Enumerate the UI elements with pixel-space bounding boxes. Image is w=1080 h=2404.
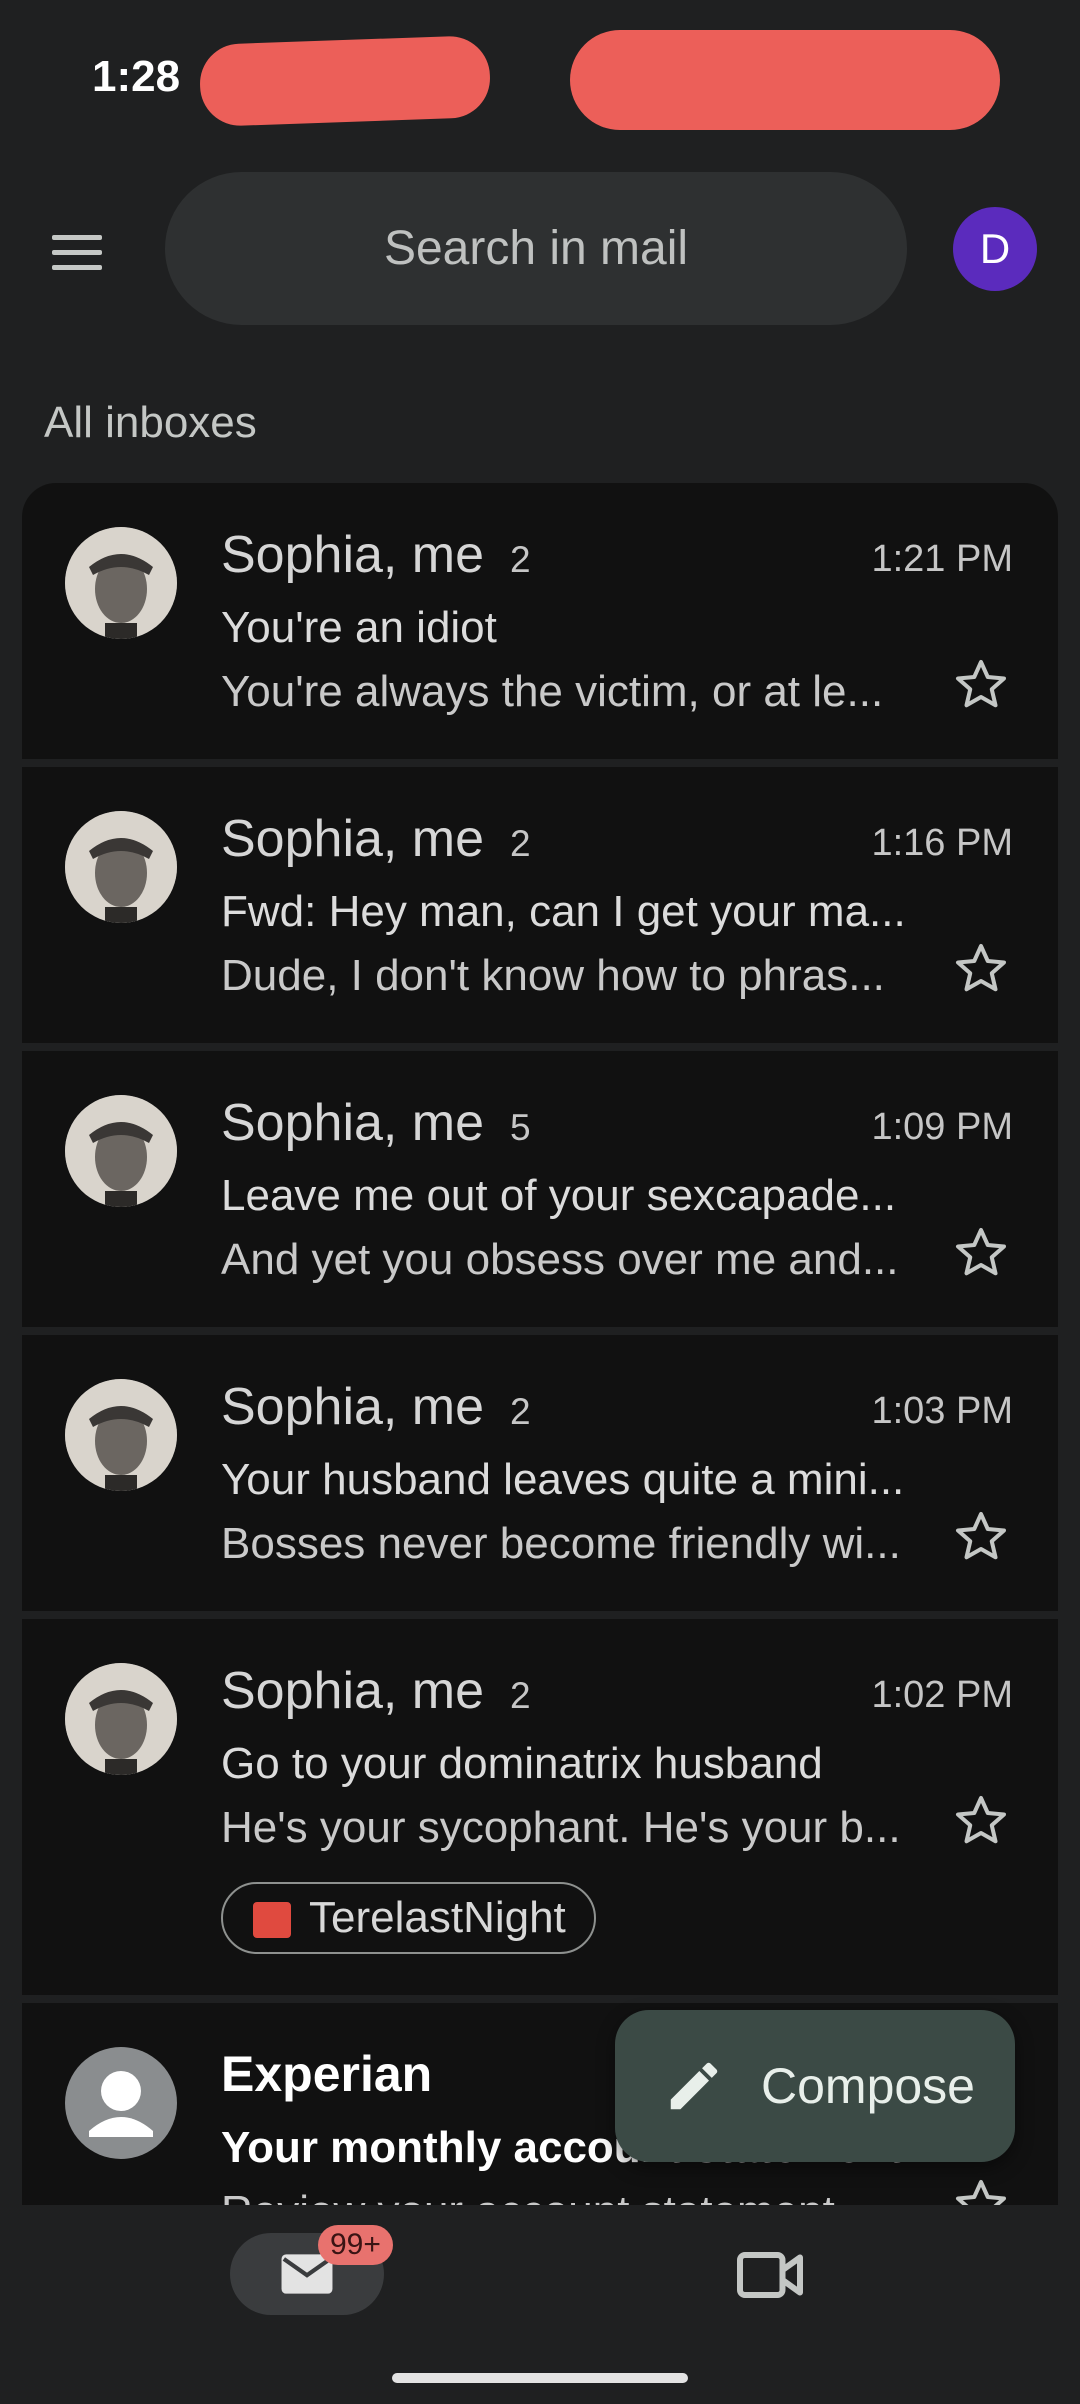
email-subject: Fwd: Hey man, can I get your ma...: [221, 887, 906, 936]
unread-badge: 99+: [318, 2225, 393, 2265]
thread-count: 2: [510, 823, 531, 864]
menu-icon[interactable]: [40, 215, 114, 289]
pencil-icon: [670, 2062, 718, 2110]
email-subject: Leave me out of your sexcapade...: [221, 1171, 897, 1220]
sender-name: Sophia, me 2: [221, 810, 531, 868]
redaction-mark: [198, 34, 492, 128]
sender-name: Sophia, me 2: [221, 1662, 531, 1720]
email-subject: Go to your dominatrix husband: [221, 1739, 823, 1788]
star-icon[interactable]: [951, 1223, 1011, 1283]
video-icon[interactable]: [735, 2245, 805, 2305]
email-time: 1:09 PM: [871, 1106, 1013, 1148]
section-title: All inboxes: [44, 398, 257, 447]
thread-count: 2: [510, 1391, 531, 1432]
status-time: 1:28: [92, 52, 181, 101]
sender-name: Experian: [221, 2046, 433, 2102]
email-snippet: He's your sycophant. He's your b...: [221, 1803, 901, 1852]
sender-avatar: [65, 1095, 177, 1207]
email-subject: Your husband leaves quite a mini...: [221, 1455, 905, 1504]
redaction-mark: [570, 30, 1000, 130]
attachment-chip[interactable]: TerelastNight: [221, 1882, 596, 1954]
sender-name: Sophia, me 2: [221, 1378, 531, 1436]
sender-avatar: [65, 527, 177, 639]
compose-button[interactable]: Compose: [615, 2010, 1015, 2162]
email-time: 1:21 PM: [871, 538, 1013, 580]
star-icon[interactable]: [951, 939, 1011, 999]
email-time: 1:16 PM: [871, 822, 1013, 864]
thread-count: 5: [510, 1107, 531, 1148]
compose-label: Compose: [761, 2058, 975, 2114]
email-snippet: Bosses never become friendly wi...: [221, 1519, 901, 1568]
star-icon[interactable]: [951, 655, 1011, 715]
email-snippet: You're always the victim, or at le...: [221, 667, 884, 716]
email-time: 1:02 PM: [871, 1674, 1013, 1716]
thread-count: 2: [510, 1675, 531, 1716]
email-time: 1:03 PM: [871, 1390, 1013, 1432]
default-avatar-icon: [65, 2047, 177, 2159]
account-avatar[interactable]: D: [953, 207, 1037, 291]
search-bar[interactable]: Search in mail: [165, 172, 907, 325]
email-list: Sophia, me 2 1:21 PM You're an idiot You'…: [22, 483, 1058, 2205]
email-snippet: Review your account statement: [221, 2187, 835, 2205]
attachment-name: TerelastNight: [309, 1893, 566, 1942]
email-row[interactable]: Sophia, me 2 1:02 PM Go to your dominatri…: [22, 1619, 1058, 1995]
email-row[interactable]: Sophia, me 5 1:09 PM Leave me out of your…: [22, 1051, 1058, 1327]
email-row[interactable]: Sophia, me 2 1:03 PM Your husband leaves …: [22, 1335, 1058, 1611]
email-row[interactable]: Sophia, me 2 1:16 PM Fwd: Hey man, can I …: [22, 767, 1058, 1043]
sender-name: Sophia, me 5: [221, 1094, 531, 1152]
email-snippet: And yet you obsess over me and...: [221, 1235, 899, 1284]
search-placeholder: Search in mail: [383, 222, 689, 275]
email-row[interactable]: Sophia, me 2 1:21 PM You're an idiot You'…: [22, 483, 1058, 759]
email-subject: You're an idiot: [221, 603, 497, 652]
star-icon[interactable]: [951, 1507, 1011, 1567]
sender-avatar: [65, 1663, 177, 1775]
home-indicator[interactable]: [392, 2373, 688, 2383]
sender-name: Sophia, me 2: [221, 526, 531, 584]
star-icon[interactable]: [951, 2175, 1011, 2205]
image-icon: [253, 1902, 291, 1938]
status-bar: 1:28: [0, 0, 1080, 150]
sender-avatar: [65, 1379, 177, 1491]
email-snippet: Dude, I don't know how to phras...: [221, 951, 885, 1000]
star-icon[interactable]: [951, 1791, 1011, 1851]
thread-count: 2: [510, 539, 531, 580]
sender-avatar: [65, 811, 177, 923]
